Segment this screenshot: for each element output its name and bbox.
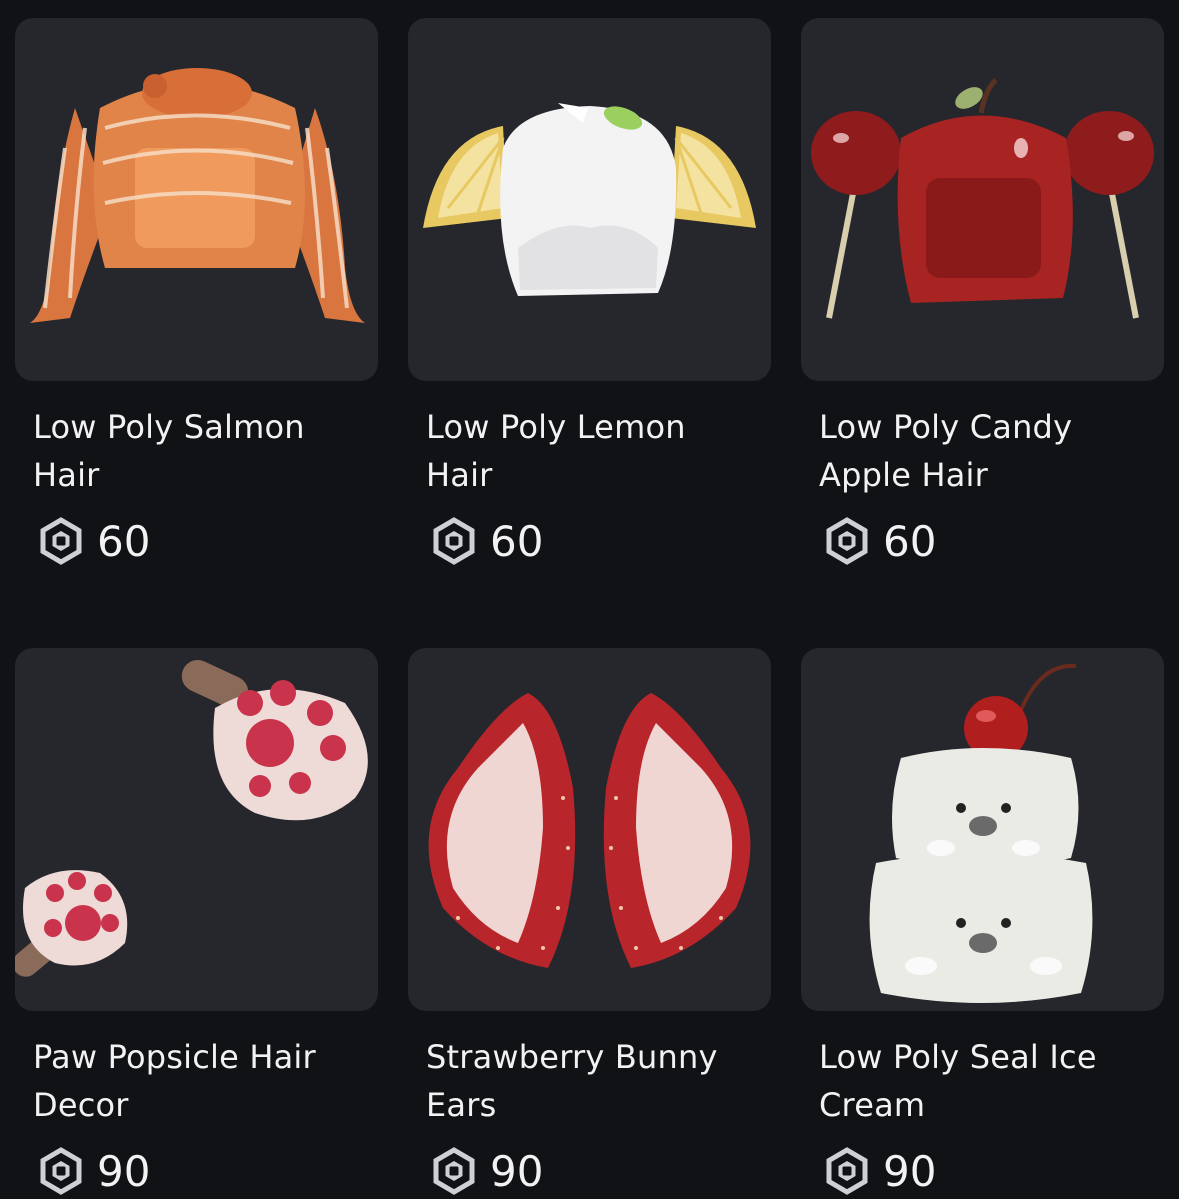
strawberry-ears-icon [428,693,751,968]
price-amount: 60 [490,516,544,566]
robux-icon [823,1147,871,1195]
price-amount: 90 [97,1146,151,1196]
item-thumbnail[interactable] [408,18,771,381]
price-amount: 90 [490,1146,544,1196]
item-thumbnail[interactable] [801,648,1164,1011]
catalog-item-card[interactable]: Paw Popsicle Hair Decor 90 [15,648,378,1199]
item-name[interactable]: Low Poly Seal Ice Cream [819,1033,1149,1129]
catalog-item-card[interactable]: Low Poly Salmon Hair 60 [15,18,378,569]
item-name[interactable]: Low Poly Candy Apple Hair [819,403,1149,499]
item-thumbnail[interactable] [15,18,378,381]
item-thumbnail[interactable] [801,18,1164,381]
item-price: 90 [430,1143,771,1199]
catalog-item-card[interactable]: Low Poly Candy Apple Hair 60 [801,18,1164,569]
catalog-item-card[interactable]: Low Poly Seal Ice Cream 90 [801,648,1164,1199]
item-name[interactable]: Paw Popsicle Hair Decor [33,1033,363,1129]
salmon-hair-icon [30,68,365,323]
item-price: 90 [37,1143,378,1199]
item-price: 60 [37,513,378,569]
seal-ice-cream-icon [869,663,1093,1003]
candy-apple-hair-icon [811,78,1154,319]
lemon-hair-icon [423,103,756,296]
item-name[interactable]: Low Poly Salmon Hair [33,403,363,499]
item-name[interactable]: Strawberry Bunny Ears [426,1033,756,1129]
item-price: 90 [823,1143,1164,1199]
robux-icon [430,1147,478,1195]
item-price: 60 [823,513,1164,569]
price-amount: 60 [97,516,151,566]
robux-icon [430,517,478,565]
robux-icon [37,1147,85,1195]
item-price: 60 [430,513,771,569]
robux-icon [823,517,871,565]
robux-icon [37,517,85,565]
paw-popsicle-icon [15,659,368,977]
catalog-item-card[interactable]: Low Poly Lemon Hair 60 [408,18,771,569]
price-amount: 60 [883,516,937,566]
catalog-item-card[interactable]: Strawberry Bunny Ears 90 [408,648,771,1199]
item-name[interactable]: Low Poly Lemon Hair [426,403,756,499]
item-thumbnail[interactable] [408,648,771,1011]
price-amount: 90 [883,1146,937,1196]
item-thumbnail[interactable] [15,648,378,1011]
